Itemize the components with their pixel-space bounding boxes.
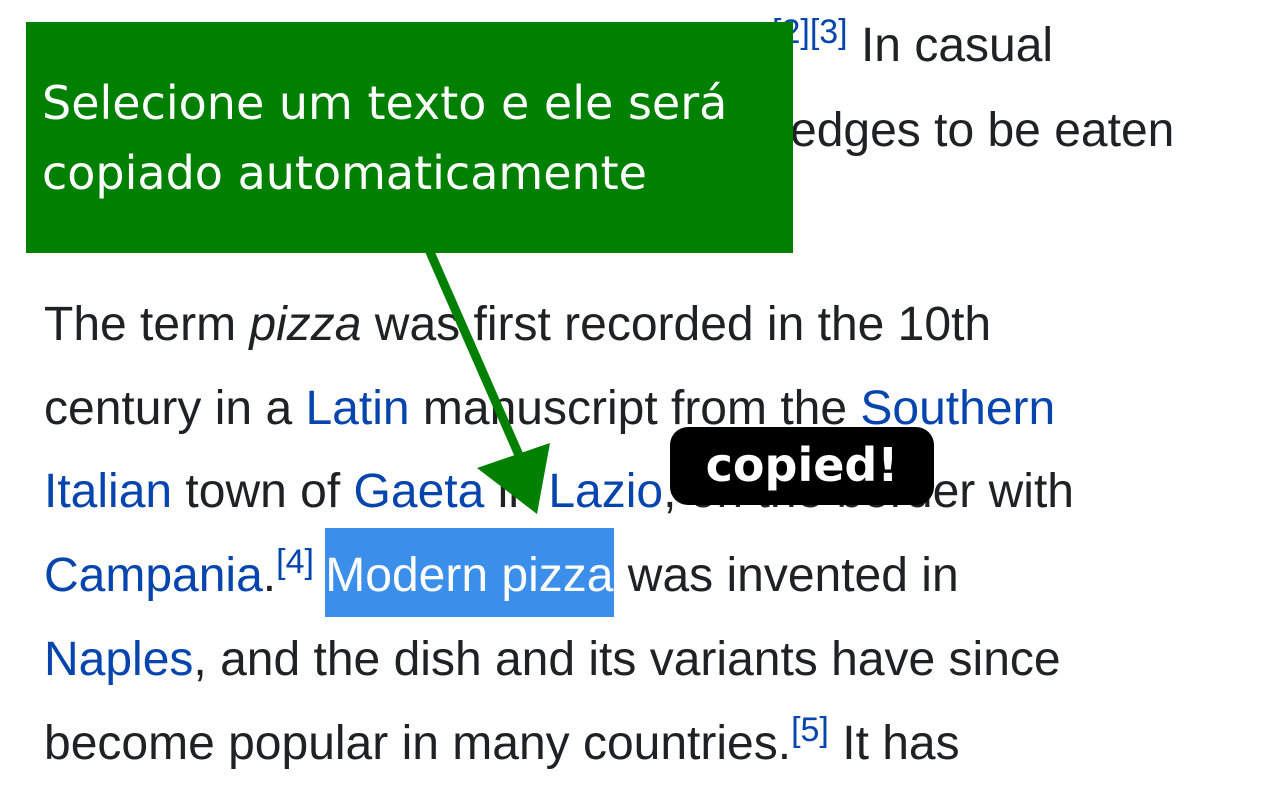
article-line-6: become popular in many countries.[5] It … [44, 713, 960, 772]
link-latin[interactable]: Latin [305, 382, 409, 435]
article-text: The term [44, 298, 250, 351]
article-text: was first recorded in the 10th [361, 298, 992, 351]
citation-group: [5] [791, 711, 829, 749]
link-lazio[interactable]: Lazio [548, 465, 663, 518]
article-text: century in a [44, 382, 306, 435]
copied-toast: copied! [670, 427, 934, 505]
link-gaeta[interactable]: Gaeta [354, 465, 485, 518]
callout-line-2: copiado automaticamente [42, 146, 647, 200]
article-line-top-1: [2][3] In casual [772, 15, 1054, 74]
article-text: in [484, 465, 549, 518]
link-naples[interactable]: Naples [44, 633, 193, 686]
article-text: It has [828, 717, 960, 770]
article-line-5: Naples, and the dish and its variants ha… [44, 632, 1061, 688]
article-text: In casual [847, 19, 1054, 72]
article-italic-term: pizza [249, 298, 362, 351]
link-campania[interactable]: Campania [44, 549, 263, 602]
article-line-top-2: edges to be eaten [790, 103, 1174, 159]
article-text: town of [172, 465, 354, 518]
article-page: [2][3] In casual edges to be eaten The t… [0, 0, 1280, 800]
callout-line-1: Selecione um texto e ele será [42, 76, 728, 130]
citation-3[interactable]: [3] [810, 13, 848, 51]
article-text: , and the dish and its variants have sin… [193, 633, 1061, 686]
article-text: was invented in [614, 549, 959, 602]
article-line-1: The term pizza was first recorded in the… [44, 297, 991, 353]
citation-group: [4] [276, 543, 314, 581]
article-text: edges to be eaten [790, 104, 1175, 157]
article-text: become popular in many countries. [44, 717, 792, 770]
citation-4[interactable]: [4] [276, 543, 314, 581]
link-southern-italian-cont[interactable]: Italian [44, 465, 172, 518]
article-text: . [262, 549, 277, 602]
article-line-4: Campania.[4] Modern pizza was invented i… [44, 528, 959, 617]
instruction-callout: Selecione um texto e ele será copiado au… [26, 22, 793, 253]
selected-text[interactable]: Modern pizza [325, 528, 615, 617]
citation-5[interactable]: [5] [791, 711, 829, 749]
